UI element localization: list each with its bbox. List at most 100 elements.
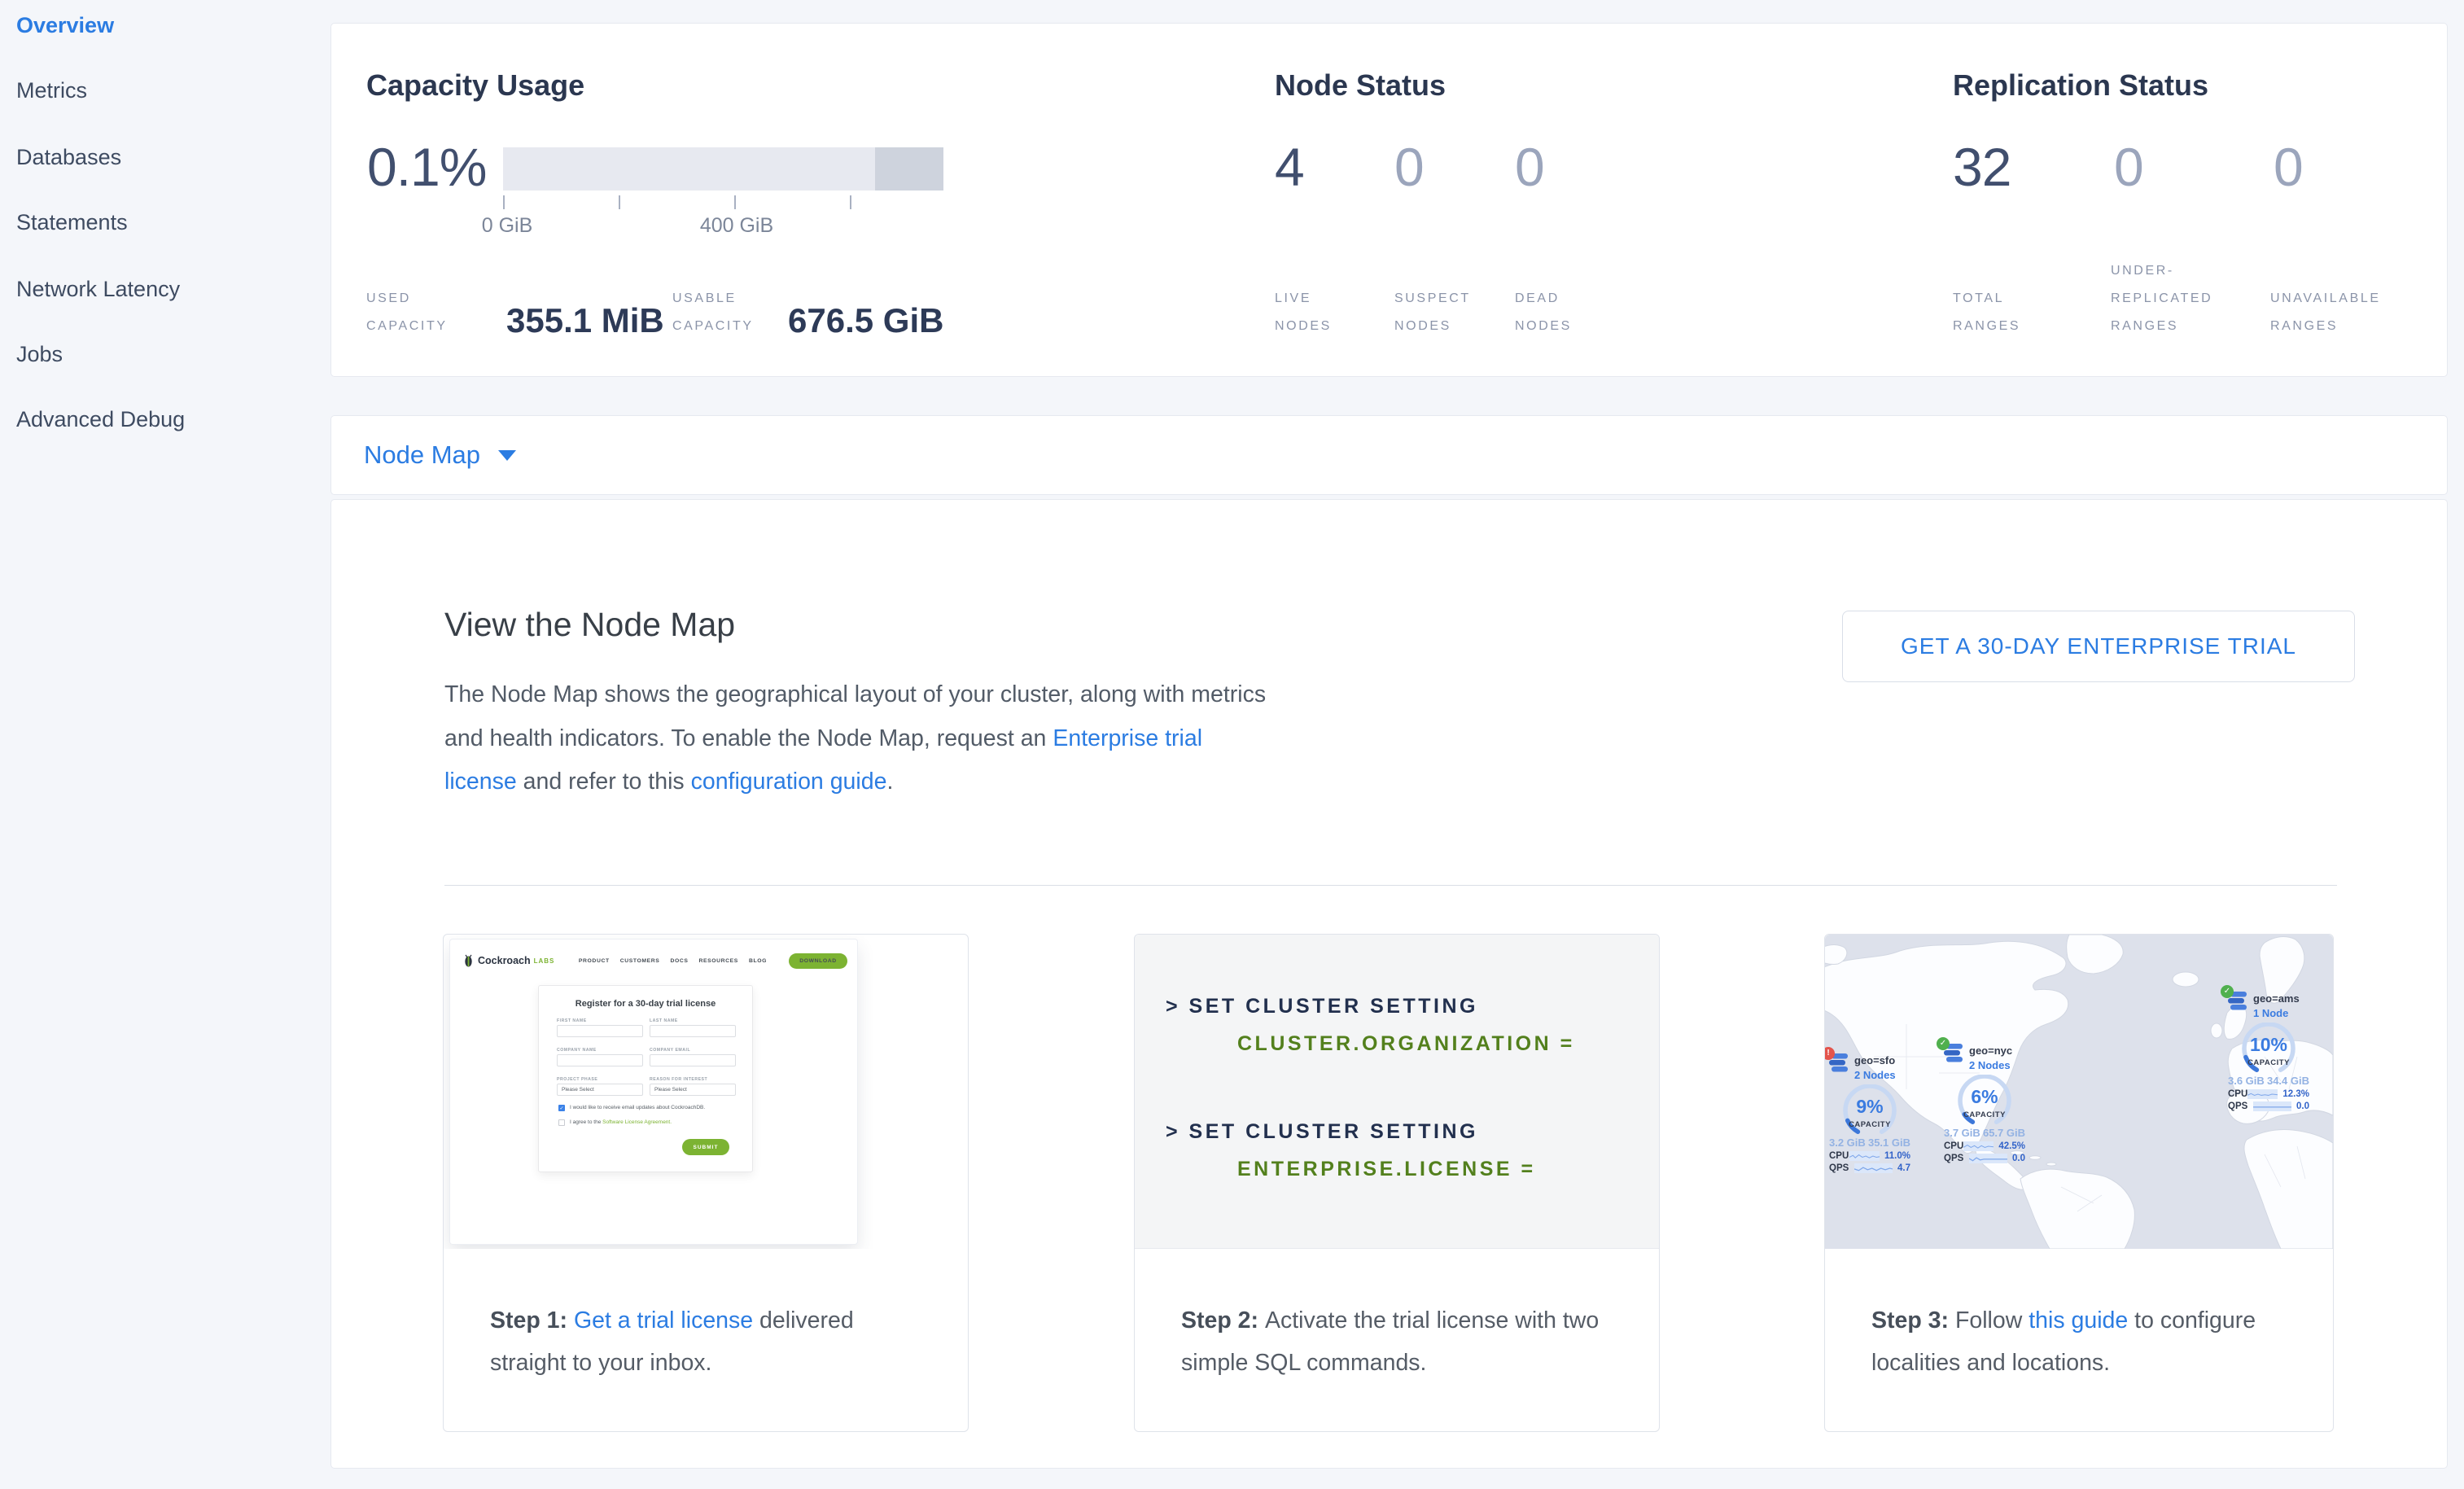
replication-status-title: Replication Status: [1953, 68, 2208, 103]
capacity-tick-label-0: 0 GiB: [482, 214, 533, 238]
nav-customers: CUSTOMERS: [620, 958, 660, 964]
get-trial-license-link[interactable]: Get a trial license: [574, 1307, 753, 1334]
sql-cluster-organization: CLUSTER.ORGANIZATION =: [1237, 1032, 1575, 1056]
under-replicated-ranges-value: 0: [2114, 136, 2143, 198]
email-updates-checkbox: ✓: [558, 1105, 565, 1111]
sql-set-cluster-setting-1: > SET CLUSTER SETTING: [1166, 995, 1478, 1018]
page-title: View the Node Map: [444, 606, 735, 644]
website-header: Cockroach LABS PRODUCT CUSTOMERS DOCS RE…: [463, 951, 847, 970]
used-gib: 3.6 GiB: [2228, 1075, 2265, 1087]
capacity-tick-label-400: 400 GiB: [700, 214, 773, 238]
view-selector-bar: Node Map: [330, 415, 2448, 495]
reason-for-interest-label: REASON FOR INTEREST: [650, 1077, 707, 1082]
chevron-down-icon: [498, 450, 516, 461]
capacity-gauge: 9% CAPACITY: [1829, 1084, 1910, 1135]
node-map-enable-card: View the Node Map The Node Map shows the…: [330, 499, 2448, 1469]
capacity-percent: 6%: [1944, 1086, 2025, 1108]
node-map-dropdown-label: Node Map: [364, 440, 480, 470]
cpu-value: 42.5%: [1998, 1141, 2025, 1151]
nav-resources: RESOURCES: [698, 958, 737, 964]
step2-card: > SET CLUSTER SETTING CLUSTER.ORGANIZATI…: [1134, 934, 1660, 1432]
dead-nodes-value: 0: [1515, 136, 1544, 198]
cpu-sparkline: [1849, 1151, 1880, 1161]
node-map-description: The Node Map shows the geographical layo…: [444, 673, 1271, 804]
step1-label: Step 1:: [490, 1307, 574, 1334]
last-name-label: LAST NAME: [650, 1018, 678, 1023]
cluster-node-count: 2 Nodes: [1969, 1059, 2011, 1071]
reason-for-interest-select: Please Select: [650, 1084, 736, 1096]
cluster-node-count: 1 Node: [2253, 1007, 2288, 1019]
step2-label: Step 2:: [1181, 1307, 1265, 1334]
brand-suffix: LABS: [534, 957, 555, 965]
world-map: ! geo=sfo 2 Nodes 9% CAPACITY: [1825, 935, 2333, 1249]
usable-capacity-label: USABLE CAPACITY: [672, 285, 754, 340]
capacity-label: CAPACITY: [1944, 1110, 2025, 1119]
cpu-sparkline: [2247, 1089, 2278, 1099]
node-status-title: Node Status: [1275, 68, 1446, 103]
description-text: and refer to this: [517, 769, 691, 795]
configuration-guide-link[interactable]: configuration guide: [691, 769, 887, 795]
cpu-label: CPU: [2228, 1089, 2247, 1099]
step1-caption: Step 1: Get a trial license delivered st…: [490, 1299, 929, 1384]
project-phase-select: Please Select: [557, 1084, 643, 1096]
used-capacity-label: USED CAPACITY: [366, 285, 448, 340]
suspect-nodes-value: 0: [1394, 136, 1424, 198]
capacity-gauge: 10% CAPACITY: [2228, 1023, 2309, 1073]
cluster-name: geo=ams: [2253, 992, 2300, 1005]
qps-sparkline: [1854, 1163, 1893, 1173]
step1-screenshot: Cockroach LABS PRODUCT CUSTOMERS DOCS RE…: [444, 935, 968, 1249]
step2-sql-panel: > SET CLUSTER SETTING CLUSTER.ORGANIZATI…: [1135, 935, 1659, 1249]
cluster-summary-card: Capacity Usage 0.1% 0 GiB 400 GiB USED C…: [330, 23, 2448, 377]
company-name-input: [557, 1054, 643, 1066]
cpu-sparkline: [1963, 1141, 1994, 1151]
node-map-dropdown[interactable]: Node Map: [364, 440, 516, 470]
step3-label: Step 3:: [1871, 1307, 1955, 1334]
sidebar-item-jobs[interactable]: Jobs: [16, 342, 63, 378]
sidebar-item-network-latency[interactable]: Network Latency: [16, 277, 180, 313]
qps-sparkline: [1969, 1154, 2007, 1163]
live-nodes-value: 4: [1275, 136, 1304, 198]
step3-text: Follow: [1955, 1307, 2029, 1334]
capacity-tick: [850, 195, 851, 209]
first-name-label: FIRST NAME: [557, 1018, 587, 1023]
map-cluster-sfo: ! geo=sfo 2 Nodes 9% CAPACITY: [1829, 1053, 1910, 1173]
nav-docs: DOCS: [670, 958, 688, 964]
company-email-input: [650, 1054, 736, 1066]
capacity-label: CAPACITY: [2228, 1058, 2309, 1067]
first-name-input: [557, 1025, 643, 1037]
cockroach-logo-icon: [463, 954, 474, 968]
qps-value: 4.7: [1897, 1163, 1910, 1173]
license-agreement-pre: I agree to the: [570, 1119, 602, 1125]
capacity-tick: [619, 195, 620, 209]
sidebar-item-advanced-debug[interactable]: Advanced Debug: [16, 407, 185, 443]
cpu-label: CPU: [1829, 1151, 1849, 1161]
register-form-title: Register for a 30-day trial license: [539, 999, 752, 1009]
dead-nodes-label: DEAD NODES: [1515, 285, 1572, 340]
section-divider: [444, 885, 2337, 886]
healthy-badge-icon: ✓: [2221, 985, 2234, 998]
qps-sparkline: [2253, 1101, 2291, 1111]
sidebar-item-metrics[interactable]: Metrics: [16, 78, 87, 114]
this-guide-link[interactable]: this guide: [2029, 1307, 2128, 1334]
get-enterprise-trial-button[interactable]: GET A 30-DAY ENTERPRISE TRIAL: [1842, 611, 2355, 682]
sidebar-item-overview[interactable]: Overview: [16, 13, 114, 49]
unavailable-ranges-value: 0: [2274, 136, 2303, 198]
cluster-name: geo=sfo: [1854, 1054, 1895, 1066]
map-cluster-nyc: ✓ geo=nyc 2 Nodes 6% CAPACITY: [1944, 1044, 2025, 1163]
suspect-nodes-label: SUSPECT NODES: [1394, 285, 1471, 340]
usable-gib: 65.7 GiB: [1983, 1127, 2025, 1139]
under-replicated-ranges-label: UNDER- REPLICATED RANGES: [2111, 257, 2212, 340]
capacity-bar: [503, 147, 943, 191]
submit-button: SUBMIT: [682, 1139, 729, 1155]
sql-set-cluster-setting-2: > SET CLUSTER SETTING: [1166, 1120, 1478, 1144]
usable-capacity-value: 676.5 GiB: [788, 301, 943, 340]
used-gib: 3.2 GiB: [1829, 1136, 1866, 1149]
step1-card: Cockroach LABS PRODUCT CUSTOMERS DOCS RE…: [443, 934, 969, 1432]
usable-gib: 35.1 GiB: [1868, 1136, 1910, 1149]
nav-blog: BLOG: [749, 958, 767, 964]
last-name-input: [650, 1025, 736, 1037]
sidebar-item-databases[interactable]: Databases: [16, 145, 121, 181]
sidebar-item-statements[interactable]: Statements: [16, 210, 128, 246]
capacity-bar-reserved-segment: [875, 147, 943, 191]
qps-value: 0.0: [2296, 1101, 2309, 1111]
